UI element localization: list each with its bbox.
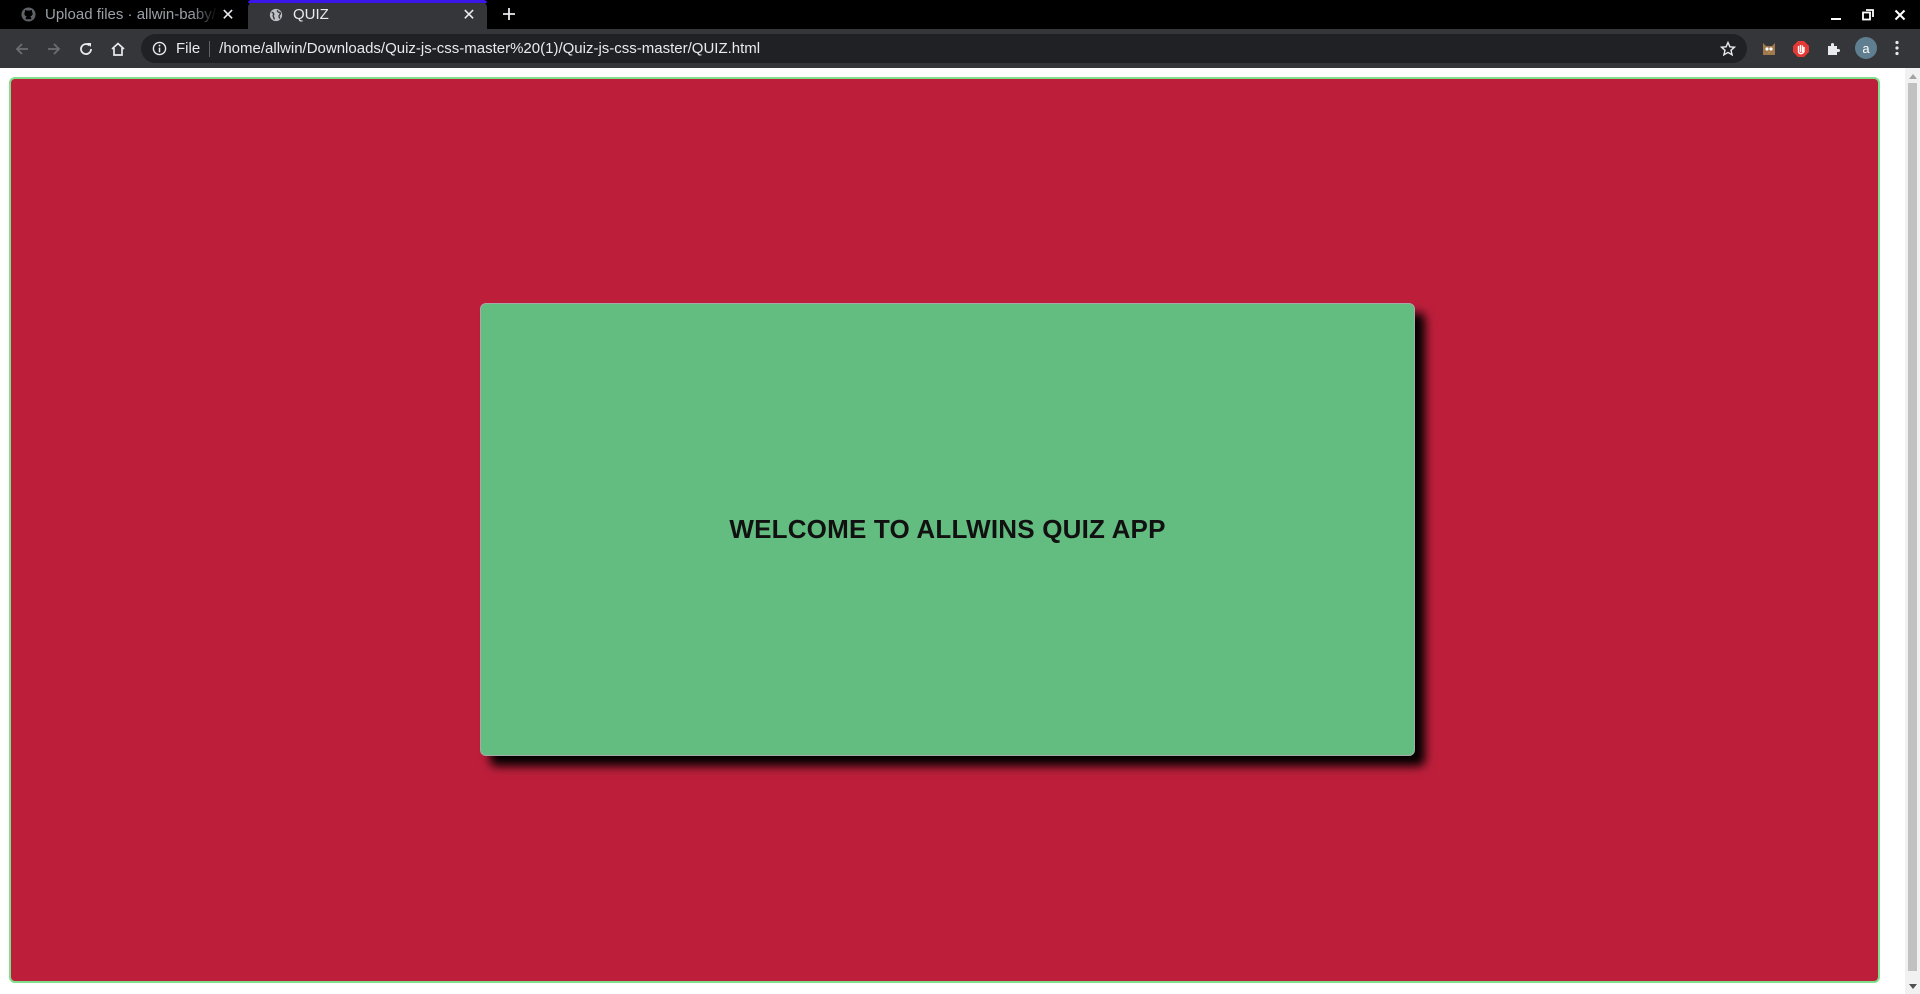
profile-avatar[interactable]: a <box>1855 37 1877 59</box>
arrow-left-icon <box>15 43 28 55</box>
address-bar[interactable]: File /home/allwin/Downloads/Quiz-js-css-… <box>141 34 1747 63</box>
reload-icon <box>80 43 92 55</box>
restore-icon <box>1862 8 1874 20</box>
home-icon <box>111 42 125 56</box>
extension-stop-hand-icon[interactable] <box>1789 37 1813 61</box>
new-tab-button[interactable] <box>497 2 521 26</box>
scroll-up-arrow-icon[interactable] <box>1905 68 1920 83</box>
minimize-button[interactable] <box>1820 0 1852 29</box>
minimize-icon <box>1831 17 1841 20</box>
plus-icon <box>503 8 515 20</box>
scrollbar-thumb[interactable] <box>1908 83 1917 971</box>
welcome-heading: WELCOME TO ALLWINS QUIZ APP <box>729 514 1166 544</box>
arrow-right-icon <box>48 43 61 55</box>
scroll-down-arrow-icon[interactable] <box>1905 979 1920 994</box>
github-icon <box>20 7 36 23</box>
info-icon[interactable] <box>151 41 167 57</box>
url-text[interactable]: /home/allwin/Downloads/Quiz-js-css-maste… <box>219 40 760 57</box>
browser-menu-button[interactable] <box>1885 36 1909 60</box>
reload-button[interactable] <box>73 36 99 62</box>
tab-loading-bar <box>248 0 487 3</box>
close-icon <box>1894 9 1906 20</box>
back-button[interactable] <box>9 36 35 62</box>
url-scheme-label: File <box>176 40 211 57</box>
extension-owl-icon[interactable] <box>1757 37 1781 61</box>
close-tab-icon[interactable]: ✕ <box>218 5 238 25</box>
forward-button[interactable] <box>41 36 67 62</box>
tab-strip: Upload files · allwin-baby/ ✕ QUIZ ✕ <box>0 0 1920 29</box>
welcome-card: WELCOME TO ALLWINS QUIZ APP <box>480 303 1415 756</box>
tab-quiz[interactable]: QUIZ ✕ <box>248 0 487 29</box>
bookmark-star-icon[interactable] <box>1719 40 1737 58</box>
restore-button[interactable] <box>1852 0 1884 29</box>
home-button[interactable] <box>105 36 131 62</box>
browser-toolbar: File /home/allwin/Downloads/Quiz-js-css-… <box>0 29 1920 68</box>
extensions-puzzle-icon[interactable] <box>1821 37 1845 61</box>
tab-title: Upload files · allwin-baby/ <box>45 6 216 23</box>
page-viewport: WELCOME TO ALLWINS QUIZ APP <box>0 68 1905 994</box>
more-vertical-icon <box>1895 40 1899 56</box>
tab-upload-files[interactable]: Upload files · allwin-baby/ ✕ <box>0 0 246 29</box>
quiz-page-container: WELCOME TO ALLWINS QUIZ APP <box>9 77 1880 983</box>
vertical-scrollbar[interactable] <box>1905 68 1920 994</box>
globe-icon <box>268 7 284 23</box>
tab-title: QUIZ <box>293 6 329 23</box>
close-tab-icon[interactable]: ✕ <box>459 5 479 25</box>
close-window-button[interactable] <box>1884 0 1916 29</box>
